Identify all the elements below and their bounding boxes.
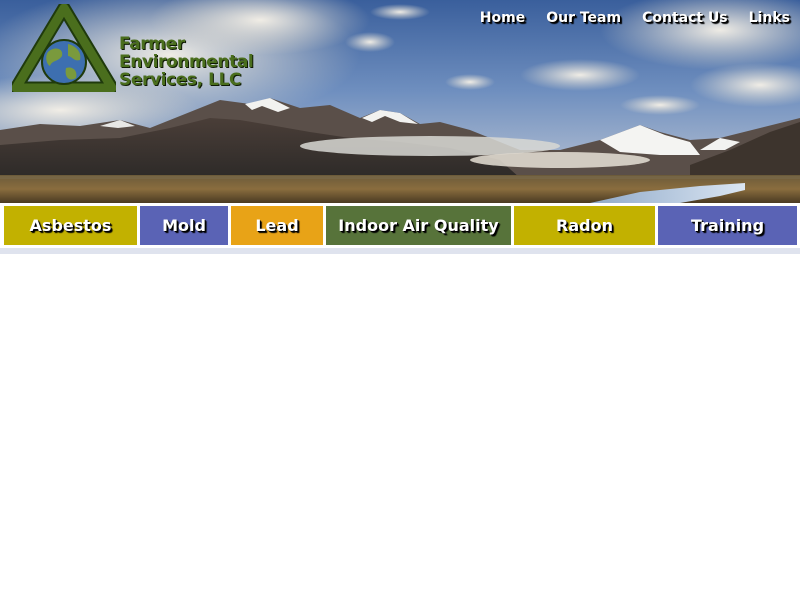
category-button-indoor-air-quality[interactable]: Indoor Air Quality	[326, 206, 511, 245]
page: Farmer Environmental Services, LLC Home …	[0, 0, 800, 600]
company-name-line-1: Farmer	[119, 34, 185, 54]
logo-globe-triangle-icon	[12, 4, 116, 92]
nav-link-contact-us[interactable]: Contact Us	[621, 10, 728, 26]
company-name: Farmer Environmental Services, LLC	[119, 34, 254, 90]
company-name-line-3: Services, LLC	[119, 70, 242, 90]
nav-link-links[interactable]: Links	[728, 10, 790, 26]
header-banner: Farmer Environmental Services, LLC Home …	[0, 0, 800, 203]
nav-link-home[interactable]: Home	[459, 10, 525, 26]
company-logo[interactable]: Farmer Environmental Services, LLC	[12, 4, 272, 96]
category-nav: Asbestos Mold Lead Indoor Air Quality Ra…	[0, 203, 800, 248]
company-name-line-2: Environmental	[119, 52, 254, 72]
main-content-area	[0, 254, 800, 600]
nav-link-our-team[interactable]: Our Team	[525, 10, 621, 26]
top-nav: Home Our Team Contact Us Links	[459, 10, 790, 26]
category-button-lead[interactable]: Lead	[231, 206, 323, 245]
category-button-training[interactable]: Training	[658, 206, 797, 245]
category-button-mold[interactable]: Mold	[140, 206, 228, 245]
category-button-radon[interactable]: Radon	[514, 206, 655, 245]
category-button-asbestos[interactable]: Asbestos	[4, 206, 137, 245]
